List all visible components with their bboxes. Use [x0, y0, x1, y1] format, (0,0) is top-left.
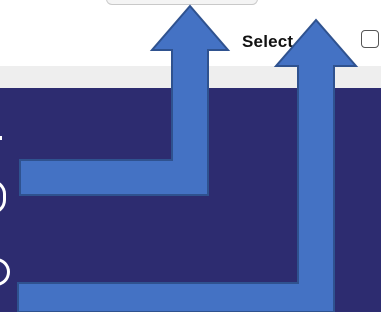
annotation-arrows [17, 4, 359, 312]
arrow-up-icon [19, 4, 231, 196]
